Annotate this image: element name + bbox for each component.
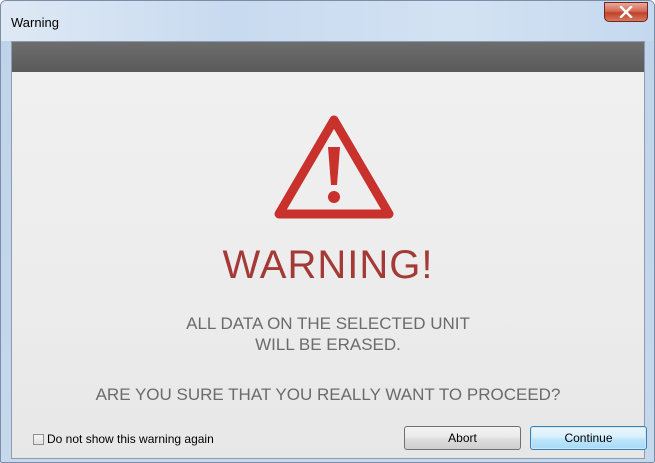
warning-message-line2: WILL BE ERASED. <box>255 335 401 354</box>
close-x-icon <box>619 6 633 18</box>
dialog-client-area: WARNING! ALL DATA ON THE SELECTED UNIT W… <box>11 41 647 459</box>
warning-dialog-window: Warning WARNING! ALL DATA ON THE SELECTE… <box>0 0 655 463</box>
continue-button[interactable]: Continue <box>530 426 647 450</box>
header-strip <box>12 42 644 72</box>
abort-button[interactable]: Abort <box>404 426 521 450</box>
dialog-content: WARNING! ALL DATA ON THE SELECTED UNIT W… <box>12 72 647 458</box>
warning-triangle-icon <box>274 115 394 219</box>
dialog-footer: Do not show this warning again Abort Con… <box>12 410 647 458</box>
dont-show-again-checkbox[interactable]: Do not show this warning again <box>33 432 214 446</box>
warning-message-line1: ALL DATA ON THE SELECTED UNIT <box>186 314 470 333</box>
confirmation-question: ARE YOU SURE THAT YOU REALLY WANT TO PRO… <box>95 385 561 404</box>
checkbox-label[interactable]: Do not show this warning again <box>47 432 214 446</box>
title-bar[interactable]: Warning <box>1 1 654 41</box>
warning-heading: WARNING! <box>222 243 434 287</box>
close-button[interactable] <box>604 2 648 22</box>
checkbox-box[interactable] <box>33 433 44 445</box>
window-title: Warning <box>11 15 59 30</box>
